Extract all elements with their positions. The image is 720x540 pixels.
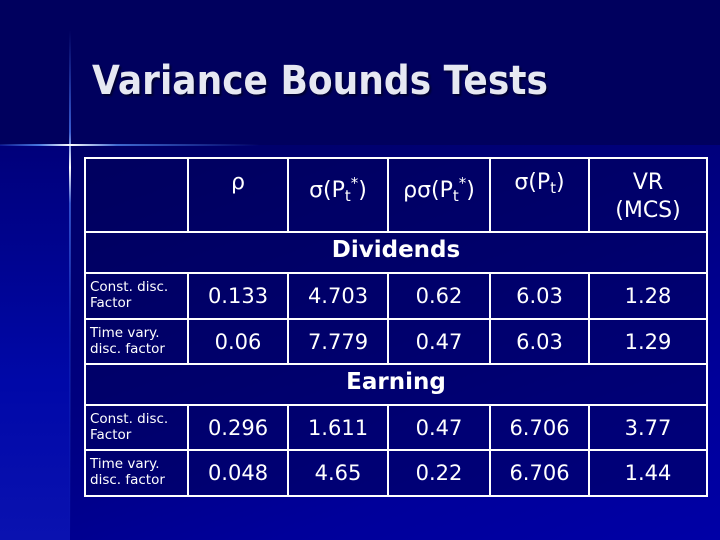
cell-sigma-pstar: 7.779 (287, 318, 389, 365)
table-row: Time vary. disc. factor 0.06 7.779 0.47 6… (84, 318, 708, 365)
header-text: σ(P (309, 178, 345, 203)
row-label-line1: Time vary. (90, 325, 160, 341)
cell-sigma-p: 6.03 (489, 318, 590, 365)
table-row: Const. disc. Factor 0.296 1.611 0.47 6.70… (84, 404, 708, 451)
header-vr-mcs: VR (MCS) (588, 157, 708, 233)
cell-rho-sigma-pstar: 0.62 (387, 272, 491, 320)
header-empty-cell (84, 157, 189, 233)
table-row: Const. disc. Factor 0.133 4.703 0.62 6.03… (84, 272, 708, 320)
cell-rho: 0.048 (187, 449, 289, 497)
header-text: σ(P (514, 170, 551, 195)
header-rho-sigma-pstar: ρσ(Pt*) (387, 157, 491, 233)
section-row-earning: Earning (84, 363, 708, 406)
section-label: Earning (84, 363, 708, 406)
cell-rho-sigma-pstar: 0.47 (387, 318, 491, 365)
cell-sigma-p: 6.706 (489, 404, 590, 451)
cell-vr: 1.28 (588, 272, 708, 320)
decorative-horizontal-light (0, 144, 260, 146)
row-label-line2: Factor (90, 427, 132, 443)
row-label: Const. disc. Factor (84, 272, 189, 320)
header-text-tail: ) (358, 178, 367, 203)
slide-title: Variance Bounds Tests (92, 58, 548, 104)
row-label-line1: Const. disc. (90, 279, 169, 295)
cell-sigma-pstar: 4.703 (287, 272, 389, 320)
cell-rho: 0.06 (187, 318, 289, 365)
header-row: ρ σ(Pt*) ρσ(Pt*) σ(Pt) VR (MCS) (84, 157, 708, 233)
row-label-line2: Factor (90, 295, 132, 311)
header-mcs-text: (MCS) (615, 198, 681, 223)
cell-vr: 3.77 (588, 404, 708, 451)
row-label-line2: disc. factor (90, 341, 165, 357)
header-rho-text: ρ (231, 170, 245, 195)
header-vr-text: VR (632, 170, 664, 195)
header-text: ρσ(P (403, 178, 453, 203)
variance-bounds-table: ρ σ(Pt*) ρσ(Pt*) σ(Pt) VR (MCS) Dividends… (84, 157, 708, 497)
cell-rho-sigma-pstar: 0.47 (387, 404, 491, 451)
cell-rho-sigma-pstar: 0.22 (387, 449, 491, 497)
decorative-vertical-light (69, 30, 71, 540)
header-rho: ρ (187, 157, 289, 233)
header-sigma-pstar: σ(Pt*) (287, 157, 389, 233)
left-accent-strip (0, 145, 70, 540)
row-label: Const. disc. Factor (84, 404, 189, 451)
cell-rho: 0.133 (187, 272, 289, 320)
cell-sigma-p: 6.03 (489, 272, 590, 320)
header-text-tail: ) (556, 170, 565, 195)
cell-sigma-pstar: 1.611 (287, 404, 389, 451)
row-label: Time vary. disc. factor (84, 318, 189, 365)
section-row-dividends: Dividends (84, 231, 708, 274)
row-label: Time vary. disc. factor (84, 449, 189, 497)
row-label-line1: Time vary. (90, 456, 160, 472)
row-label-line2: disc. factor (90, 472, 165, 488)
cell-sigma-pstar: 4.65 (287, 449, 389, 497)
cell-vr: 1.44 (588, 449, 708, 497)
cell-vr: 1.29 (588, 318, 708, 365)
row-label-line1: Const. disc. (90, 411, 169, 427)
table-row: Time vary. disc. factor 0.048 4.65 0.22 6… (84, 449, 708, 497)
header-sigma-p: σ(Pt) (489, 157, 590, 233)
cell-rho: 0.296 (187, 404, 289, 451)
section-label: Dividends (84, 231, 708, 274)
cell-sigma-p: 6.706 (489, 449, 590, 497)
header-text-tail: ) (466, 178, 475, 203)
